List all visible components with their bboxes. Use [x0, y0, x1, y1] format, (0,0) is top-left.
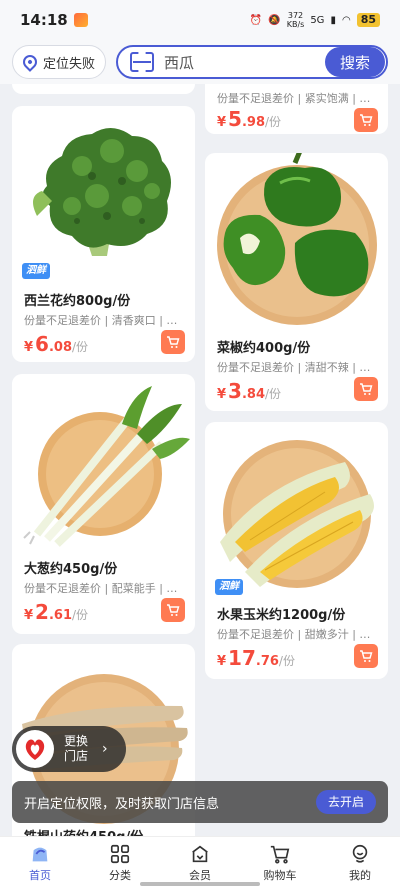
- nav-label: 我的: [349, 869, 371, 882]
- nav-home[interactable]: 首页: [0, 837, 80, 889]
- product-card-partial[interactable]: [12, 84, 195, 94]
- mute-icon: 🔕: [268, 14, 281, 26]
- product-card[interactable]: 泗鲜 西兰花约800g/份 份量不足退差价 | 清香爽口 | 低... ¥6.0…: [12, 106, 195, 362]
- change-store-button[interactable]: 更换门店 ›: [12, 726, 126, 772]
- category-icon: [110, 844, 130, 864]
- product-desc: 份量不足退差价 | 清香爽口 | 低...: [24, 314, 185, 327]
- product-price: ¥3.84/份: [217, 379, 282, 403]
- product-feed[interactable]: 份量不足退差价 | 紧实饱满 | 质... ¥5.98/份 泗鲜 西兰花约800…: [0, 84, 400, 836]
- product-desc: 份量不足退差价 | 配菜能手 | 去...: [24, 582, 185, 595]
- add-to-cart-button[interactable]: [161, 598, 185, 622]
- cart-icon: [360, 114, 373, 126]
- enable-location-button[interactable]: 去开启: [315, 790, 376, 814]
- location-label: 定位失败: [43, 56, 96, 72]
- location-button[interactable]: 定位失败: [12, 45, 107, 79]
- network-label: 5G: [310, 14, 325, 26]
- nav-label: 会员: [189, 869, 211, 882]
- scan-icon[interactable]: [130, 52, 154, 72]
- product-card[interactable]: 大葱约450g/份 份量不足退差价 | 配菜能手 | 去... ¥2.61/份: [12, 374, 195, 634]
- change-store-label: 更换门店: [64, 734, 89, 763]
- freshness-badge: 泗鲜: [22, 263, 50, 279]
- product-desc: 份量不足退差价 | 清甜不辣 | 配...: [217, 361, 378, 374]
- product-title: 大葱约450g/份: [24, 562, 118, 577]
- app-notification-icon: [73, 13, 88, 27]
- status-time: 14:18: [20, 11, 68, 29]
- nav-profile[interactable]: 我的: [320, 837, 400, 889]
- add-to-cart-button[interactable]: [354, 108, 378, 132]
- battery-indicator: 85: [356, 13, 380, 27]
- status-bar: 14:18 ⏰ 🔕 372 KB/s 5G ▮ ◠ 85: [0, 0, 400, 40]
- product-card[interactable]: 泗鲜 水果玉米约1200g/份 份量不足退差价 | 甜嫩多汁 | 轻... ¥1…: [205, 422, 388, 679]
- cart-icon: [167, 336, 180, 348]
- product-price: ¥17.76/份: [217, 646, 295, 670]
- member-icon: [192, 845, 208, 863]
- add-to-cart-button[interactable]: [354, 644, 378, 668]
- store-logo-icon: [16, 730, 54, 768]
- nav-label: 首页: [29, 869, 51, 882]
- profile-icon: [352, 844, 368, 863]
- cart-icon: [270, 845, 290, 864]
- net-speed: 372 KB/s: [286, 11, 305, 29]
- home-indicator: [140, 882, 260, 886]
- product-title: 水果玉米约1200g/份: [217, 608, 346, 623]
- corn-image: [220, 440, 374, 588]
- add-to-cart-button[interactable]: [161, 330, 185, 354]
- alarm-icon: ⏰: [249, 14, 263, 26]
- product-price: ¥5.98/份: [217, 107, 282, 131]
- chevron-right-icon: ›: [102, 741, 108, 757]
- scallion-image: [23, 386, 190, 547]
- nav-label: 购物车: [263, 869, 297, 882]
- location-permission-banner: 开启定位权限，及时获取门店信息 去开启: [12, 781, 388, 823]
- product-card-partial[interactable]: 份量不足退差价 | 紧实饱满 | 质... ¥5.98/份: [205, 84, 388, 134]
- home-icon: [32, 847, 48, 862]
- search-bar: 搜索: [116, 45, 388, 79]
- product-desc: 份量不足退差价 | 紧实饱满 | 质...: [217, 92, 378, 105]
- broccoli-image: [33, 127, 171, 256]
- location-pin-icon: [20, 52, 40, 72]
- product-card[interactable]: 菜椒约400g/份 份量不足退差价 | 清甜不辣 | 配... ¥3.84/份: [205, 153, 388, 411]
- product-title: 西兰花约800g/份: [24, 294, 131, 309]
- banner-message: 开启定位权限，及时获取门店信息: [24, 796, 220, 812]
- bell-pepper-image: [217, 153, 377, 325]
- product-price: ¥2.61/份: [24, 600, 89, 624]
- search-input[interactable]: [164, 53, 325, 71]
- product-title: 菜椒约400g/份: [217, 341, 311, 356]
- header: 定位失败 搜索: [0, 40, 400, 84]
- freshness-badge: 泗鲜: [215, 579, 243, 595]
- product-title: 铁棍山药约450g/份: [24, 826, 143, 836]
- product-desc: 份量不足退差价 | 甜嫩多汁 | 轻...: [217, 628, 378, 641]
- cart-icon: [167, 604, 180, 616]
- nav-label: 分类: [109, 869, 131, 882]
- add-to-cart-button[interactable]: [354, 377, 378, 401]
- cart-icon: [360, 383, 373, 395]
- cart-icon: [360, 650, 373, 662]
- search-button[interactable]: 搜索: [325, 47, 385, 77]
- product-price: ¥6.08/份: [24, 332, 89, 356]
- signal-icon: ▮: [330, 14, 336, 26]
- wifi-icon: ◠: [341, 14, 351, 26]
